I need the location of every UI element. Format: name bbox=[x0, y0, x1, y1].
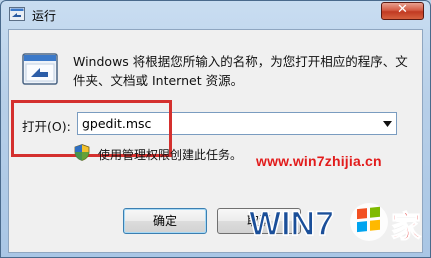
dialog-description: Windows 将根据您所输入的名称，为您打开相应的程序、文件夹、文档或 Int… bbox=[73, 54, 408, 88]
title-bar[interactable]: 运行 ✕ bbox=[1, 1, 430, 29]
win7-logo-watermark: WIN7 家 bbox=[248, 203, 422, 246]
close-button[interactable]: ✕ bbox=[381, 2, 424, 20]
window-title: 运行 bbox=[32, 9, 57, 23]
run-dialog-window: 运行 ✕ Windows 将根据您所输入的名称，为您打开相应的程序、文件夹、文档… bbox=[0, 0, 431, 258]
admin-privilege-note: 使用管理权限创建此任务。 bbox=[98, 148, 243, 162]
run-title-icon bbox=[9, 7, 25, 21]
watermark-url: www.win7zhijia.cn bbox=[256, 153, 382, 169]
close-icon: ✕ bbox=[397, 2, 408, 17]
ok-button[interactable]: 确定 bbox=[123, 208, 207, 234]
svg-text:家: 家 bbox=[391, 210, 421, 245]
shield-icon bbox=[74, 144, 90, 161]
run-icon bbox=[22, 53, 58, 85]
dropdown-arrow-icon[interactable] bbox=[383, 121, 392, 127]
svg-text:WIN7: WIN7 bbox=[249, 205, 334, 243]
